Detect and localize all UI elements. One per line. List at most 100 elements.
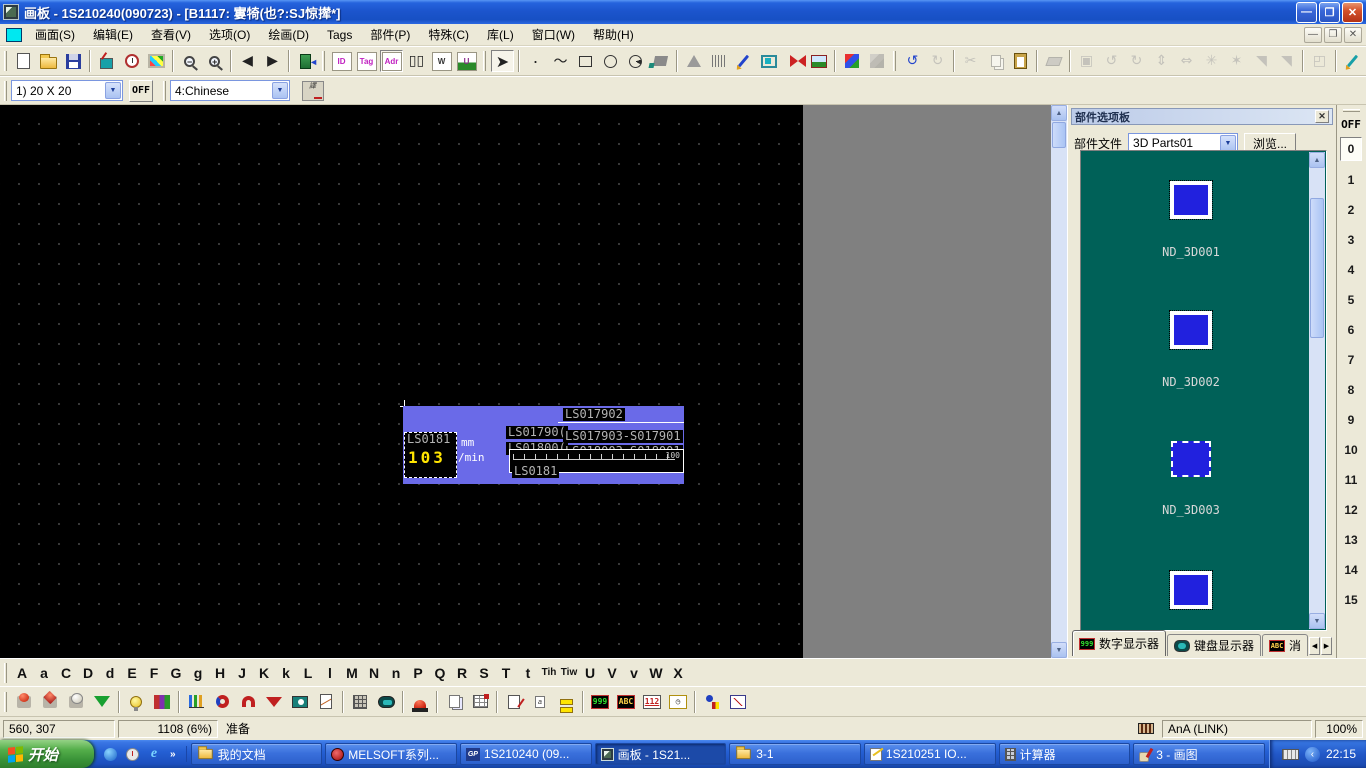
- messenger-icon[interactable]: [102, 746, 118, 762]
- adr-tool-icon[interactable]: Adr: [380, 50, 403, 72]
- letter-tool-button[interactable]: P: [407, 665, 429, 681]
- letter-tool-button[interactable]: F: [143, 665, 165, 681]
- letter-tool-button[interactable]: N: [363, 665, 385, 681]
- state-number-button[interactable]: 12: [1337, 495, 1365, 525]
- internet-explorer-icon[interactable]: e: [146, 746, 162, 762]
- gauge-part-icon[interactable]: [288, 690, 312, 713]
- next-screen-icon[interactable]: ▶: [261, 50, 284, 72]
- clock-display-part-icon[interactable]: ◷: [666, 690, 690, 713]
- letter-tool-button[interactable]: U: [579, 665, 601, 681]
- drawing-canvas[interactable]: LS017902 LS01790( LS017903-S017901 LS018…: [0, 105, 1067, 658]
- bar-chart-part-icon[interactable]: [184, 690, 208, 713]
- graph-panel-part-icon[interactable]: [726, 690, 750, 713]
- state-number-button[interactable]: 3: [1337, 225, 1365, 255]
- state-number-button[interactable]: 13: [1337, 525, 1365, 555]
- align-icon[interactable]: ◰: [1308, 50, 1331, 72]
- hmi-label[interactable]: LS017903-S017901: [563, 430, 683, 443]
- duplicate-icon[interactable]: ▣: [1075, 50, 1098, 72]
- chevron-down-icon[interactable]: ▼: [272, 82, 288, 99]
- letter-tool-button[interactable]: K: [253, 665, 275, 681]
- chevron-down-icon[interactable]: ▼: [105, 82, 121, 99]
- screen-preview-icon[interactable]: [145, 50, 168, 72]
- letter-tool-button[interactable]: Tiw: [559, 667, 579, 678]
- scroll-down-icon[interactable]: ▼: [1051, 642, 1067, 658]
- letter-tool-button[interactable]: E: [121, 665, 143, 681]
- comment-part-icon[interactable]: a: [528, 690, 552, 713]
- state-number-button[interactable]: 10: [1337, 435, 1365, 465]
- toolbar-grip[interactable]: [1343, 109, 1360, 112]
- letter-tool-button[interactable]: H: [209, 665, 231, 681]
- part-thumbnail[interactable]: [1170, 311, 1212, 349]
- state-number-button[interactable]: 0: [1340, 137, 1362, 161]
- zoom-out-icon[interactable]: −: [178, 50, 201, 72]
- hmi-label[interactable]: LS0181: [512, 465, 559, 478]
- taskbar-button-calculator[interactable]: 计算器: [999, 743, 1131, 765]
- date-display-part-icon[interactable]: 112: [640, 690, 664, 713]
- tab-numeric-display[interactable]: 999 数字显示器: [1072, 630, 1166, 656]
- letter-tool-button[interactable]: G: [165, 665, 187, 681]
- quick-launch-overflow-icon[interactable]: »: [168, 749, 178, 760]
- state-number-button[interactable]: 9: [1337, 405, 1365, 435]
- tab-scroll-right-icon[interactable]: ▶: [1321, 637, 1332, 655]
- tab-message-display[interactable]: ABC 消: [1262, 634, 1308, 656]
- clock-setup-icon[interactable]: [120, 50, 143, 72]
- capture-tool-icon[interactable]: [757, 50, 780, 72]
- state-number-button[interactable]: 7: [1337, 345, 1365, 375]
- state-number-button[interactable]: 15: [1337, 585, 1365, 615]
- letter-tool-button[interactable]: k: [275, 665, 297, 681]
- save-icon[interactable]: [62, 50, 85, 72]
- mdi-minimize-button[interactable]: —: [1304, 27, 1322, 43]
- state-number-button[interactable]: 8: [1337, 375, 1365, 405]
- download-icon[interactable]: [95, 50, 118, 72]
- menu-item[interactable]: Tags: [318, 25, 361, 45]
- letter-tool-button[interactable]: Q: [429, 665, 451, 681]
- menu-item[interactable]: 部件(P): [361, 23, 419, 46]
- letter-tool-button[interactable]: T: [495, 665, 517, 681]
- state-number-button[interactable]: 14: [1337, 555, 1365, 585]
- paste-icon[interactable]: [1009, 50, 1032, 72]
- mdi-close-button[interactable]: ✕: [1344, 27, 1362, 43]
- scroll-up-icon[interactable]: ▲: [1051, 105, 1067, 121]
- dot-tool-icon[interactable]: ·: [524, 50, 547, 72]
- letter-tool-button[interactable]: C: [55, 665, 77, 681]
- undo-icon[interactable]: ↺: [901, 50, 924, 72]
- numeric-display-object[interactable]: LS0181 103: [404, 432, 457, 478]
- rotate-ccw-icon[interactable]: ↺: [1100, 50, 1123, 72]
- translate-icon[interactable]: 譯: [301, 80, 324, 102]
- shear-right-icon[interactable]: ◥: [1275, 50, 1298, 72]
- connector-tool-icon[interactable]: [782, 50, 805, 72]
- start-button[interactable]: 开始: [0, 740, 94, 768]
- arc-tool-icon[interactable]: [624, 50, 647, 72]
- menu-item[interactable]: 绘画(D): [259, 23, 318, 46]
- w-tool-icon[interactable]: W: [430, 50, 453, 72]
- tab-keyboard-display[interactable]: 键盘显示器: [1167, 634, 1261, 656]
- alarm-history-part-icon[interactable]: [468, 690, 492, 713]
- fill-tool-icon[interactable]: [649, 50, 672, 72]
- document-list-part-icon[interactable]: [442, 690, 466, 713]
- hmi-label[interactable]: LS017902: [563, 408, 625, 421]
- taskbar-button-paint[interactable]: 3 - 画图: [1133, 743, 1265, 765]
- numeric-display-part-icon[interactable]: 999: [588, 690, 612, 713]
- state-number-button[interactable]: 11: [1337, 465, 1365, 495]
- part-thumbnail[interactable]: [1170, 181, 1212, 219]
- letter-tool-button[interactable]: J: [231, 665, 253, 681]
- toolbar-grip[interactable]: [4, 51, 7, 71]
- menu-item[interactable]: 画面(S): [26, 23, 84, 46]
- parts-list-item[interactable]: [1101, 571, 1281, 609]
- tray-collapse-icon[interactable]: ‹: [1305, 747, 1320, 762]
- alarm-lamp-part-icon[interactable]: [408, 690, 432, 713]
- menu-item[interactable]: 特殊(C): [419, 23, 478, 46]
- arrow-button-part-icon[interactable]: [90, 690, 114, 713]
- letter-tool-button[interactable]: Tih: [539, 667, 559, 678]
- parts-list-item[interactable]: ND_3D001: [1101, 181, 1281, 259]
- note-list-part-icon[interactable]: [554, 690, 578, 713]
- parts-list-scrollbar[interactable]: ▲ ▼: [1309, 152, 1325, 629]
- state-number-button[interactable]: 6: [1337, 315, 1365, 345]
- menu-item[interactable]: 窗口(W): [523, 23, 584, 46]
- menu-item[interactable]: 选项(O): [200, 23, 259, 46]
- part-thumbnail[interactable]: [1170, 571, 1212, 609]
- letter-tool-button[interactable]: d: [99, 665, 121, 681]
- polyline-tool-icon[interactable]: 〜: [549, 50, 572, 72]
- open-file-icon[interactable]: [37, 50, 60, 72]
- magnet-meter-part-icon[interactable]: [236, 690, 260, 713]
